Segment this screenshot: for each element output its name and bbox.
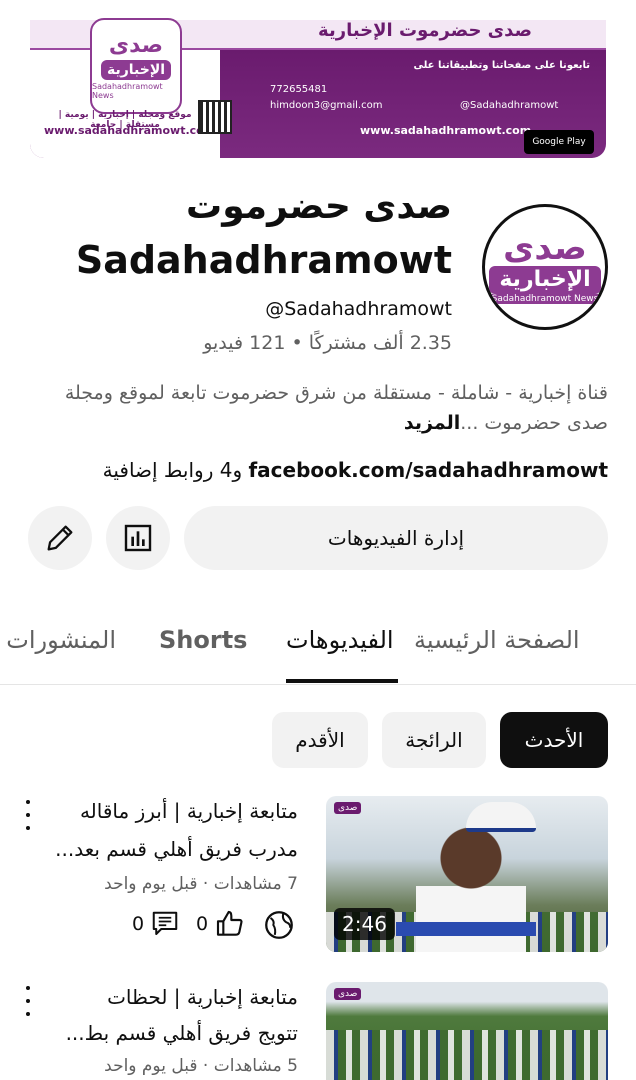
banner-logo: صدى الإخبارية Sadahadhramowt News [90, 18, 182, 114]
visibility-public[interactable] [262, 908, 296, 942]
pencil-icon [47, 525, 73, 551]
thumbnail-crowd [326, 1030, 608, 1080]
avatar-title: صدى [503, 228, 587, 268]
thumbnail-caption-bar [396, 922, 536, 936]
google-play-badge: Google Play [524, 130, 594, 154]
banner-phone: 772655481 [270, 84, 328, 95]
manage-videos-button[interactable]: إدارة الفيديوهات [184, 506, 608, 570]
filter-latest[interactable]: الأحدث [500, 712, 608, 768]
banner-logo-sub: الإخبارية [100, 59, 172, 80]
comment-icon [152, 911, 178, 935]
video-title-line2[interactable]: مدرب فريق أهلي قسم بعد... [18, 832, 298, 866]
avatar-en: Sadahadhramowt News [485, 294, 605, 304]
banner-url-right: www.sadahadhramowt.com [360, 124, 532, 137]
channel-avatar[interactable]: صدى الإخبارية Sadahadhramowt News [482, 204, 608, 330]
banner-email: himdoon3@gmail.com [270, 100, 383, 111]
channel-handle: @Sadahadhramowt [265, 298, 452, 320]
channel-name-english: Sadahadhramowt [75, 238, 452, 282]
extra-links[interactable]: و4 روابط إضافية [103, 458, 249, 482]
comments-count: 0 [132, 913, 145, 935]
banner-headline: صدى حضرموت الإخبارية [318, 20, 532, 41]
globe-icon [265, 911, 293, 939]
thumb-up-icon [217, 910, 243, 936]
facebook-link[interactable]: facebook.com/sadahadhramowt [248, 458, 608, 482]
video-title-line1[interactable]: متابعة إخبارية | لحظات [18, 980, 298, 1014]
thumbnail-cap [466, 802, 536, 832]
channel-banner: صدى الإخبارية Sadahadhramowt News صدى حض… [30, 0, 606, 158]
tab-home[interactable]: الصفحة الرئيسية [414, 626, 580, 654]
edit-channel-button[interactable] [28, 506, 92, 570]
banner-follow-text: تابعونا على صفحاتنا وتطبيقاتنا على [413, 60, 590, 71]
tab-shorts[interactable]: Shorts [159, 626, 247, 654]
channel-links[interactable]: facebook.com/sadahadhramowt و4 روابط إضا… [103, 458, 608, 482]
more-link[interactable]: المزيد [404, 412, 460, 434]
channel-tabs: الصفحة الرئيسية الفيديوهات Shorts المنشو… [0, 610, 636, 685]
banner-url-left: www.sadahadhramowt.com [44, 124, 216, 137]
banner-handle: @Sadahadhramowt [460, 100, 559, 111]
video-thumbnail[interactable]: صدى صدى [326, 982, 608, 1080]
thumbnail-logo: صدى [334, 988, 362, 1000]
avatar-sub: الإخبارية [489, 266, 601, 294]
thumbnail-logo: صدى [334, 802, 362, 814]
banner-logo-en: Sadahadhramowt News [92, 81, 163, 100]
video-duration: 2:46 [334, 908, 395, 940]
description-text: قناة إخبارية - شاملة - مستقلة من شرق حضر… [64, 382, 608, 434]
tab-posts[interactable]: المنشورات [0, 626, 116, 654]
active-tab-indicator [286, 679, 398, 683]
filter-popular[interactable]: الرائجة [382, 712, 486, 768]
filter-oldest[interactable]: الأقدم [272, 712, 368, 768]
video-title-line2[interactable]: تتويج فريق أهلي قسم بط... [18, 1016, 298, 1050]
qr-code-icon [198, 100, 232, 134]
video-meta: 7 مشاهدات · قبل يوم واحد [104, 874, 298, 894]
analytics-icon [124, 524, 152, 552]
channel-name-arabic: صدى حضرموت [186, 186, 452, 227]
channel-description[interactable]: قناة إخبارية - شاملة - مستقلة من شرق حضر… [30, 378, 608, 438]
banner-logo-title: صدى [108, 32, 164, 58]
comments-stat: 0 [132, 908, 180, 940]
video-meta: 5 مشاهدات · قبل يوم واحد [104, 1056, 298, 1076]
more-options-icon[interactable] [20, 986, 36, 1016]
likes-stat: 0 [196, 908, 246, 940]
likes-count: 0 [196, 913, 209, 935]
video-title-line1[interactable]: متابعة إخبارية | أبرز ماقاله [18, 794, 298, 828]
more-options-icon[interactable] [20, 800, 36, 830]
tab-videos[interactable]: الفيديوهات [286, 626, 394, 654]
channel-stats: 2.35 ألف مشتركًا • 121 فيديو [203, 332, 452, 354]
analytics-button[interactable] [106, 506, 170, 570]
